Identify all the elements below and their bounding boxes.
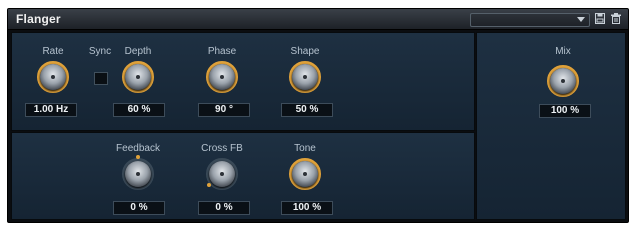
plugin-window: Flanger Rate 1.00 Hz Sync Depth 60 % Pha… (7, 8, 629, 223)
tone-value[interactable]: 100 % (281, 201, 333, 215)
feedback-label: Feedback (116, 143, 160, 154)
knob-center (136, 75, 140, 79)
rate-value[interactable]: 1.00 Hz (25, 103, 77, 117)
save-icon[interactable] (594, 13, 605, 25)
knob-center (561, 79, 565, 83)
crossfb-indicator (207, 183, 211, 187)
rate-knob[interactable] (40, 64, 66, 90)
mix-knob[interactable] (550, 68, 576, 94)
mix-value[interactable]: 100 % (539, 104, 591, 118)
feedback-knob[interactable] (125, 161, 151, 187)
tone-knob[interactable] (292, 161, 318, 187)
crossfb-label: Cross FB (201, 143, 243, 154)
sync-checkbox[interactable] (94, 72, 108, 85)
feedback-indicator (136, 155, 140, 159)
depth-knob[interactable] (125, 64, 151, 90)
depth-value[interactable]: 60 % (113, 103, 165, 117)
shape-label: Shape (290, 46, 320, 57)
crossfb-value[interactable]: 0 % (198, 201, 250, 215)
mix-label: Mix (555, 46, 571, 57)
chevron-down-icon (577, 17, 585, 22)
knob-center (303, 75, 307, 79)
trash-icon[interactable] (610, 13, 621, 25)
feedback-value[interactable]: 0 % (113, 201, 165, 215)
knob-center (220, 172, 224, 176)
knob-center (136, 172, 140, 176)
knob-center (303, 172, 307, 176)
shape-knob[interactable] (292, 64, 318, 90)
phase-knob[interactable] (209, 64, 235, 90)
phase-value[interactable]: 90 ° (198, 103, 250, 117)
shape-value[interactable]: 50 % (281, 103, 333, 117)
preset-dropdown[interactable] (470, 13, 590, 27)
plugin-title: Flanger (16, 12, 61, 26)
title-bar: Flanger (8, 9, 628, 30)
depth-label: Depth (124, 46, 152, 57)
tone-label: Tone (294, 143, 316, 154)
mix-panel (476, 32, 626, 220)
phase-label: Phase (207, 46, 237, 57)
crossfb-knob[interactable] (209, 161, 235, 187)
knob-center (51, 75, 55, 79)
knob-center (220, 75, 224, 79)
